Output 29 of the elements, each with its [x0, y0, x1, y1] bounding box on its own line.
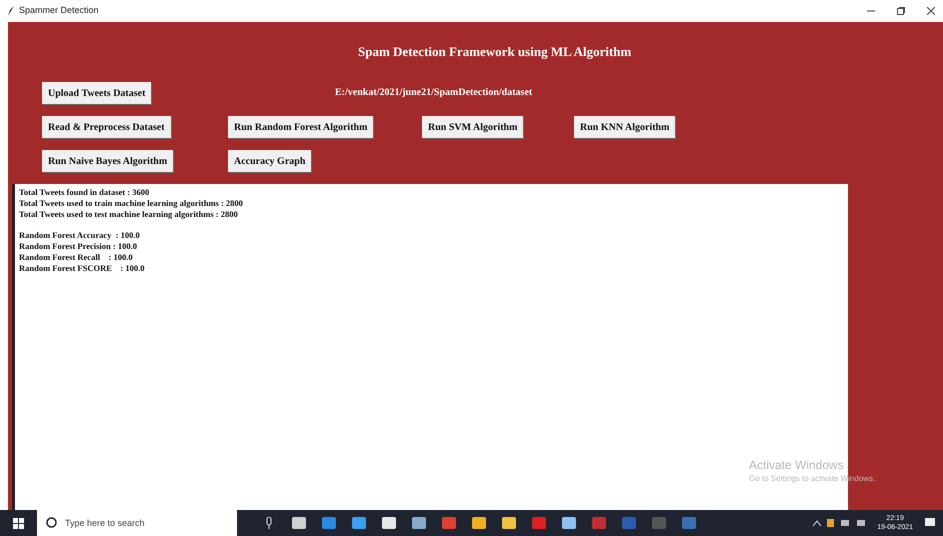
- action-button[interactable]: Run Naive Bayes Algorithm: [42, 150, 174, 172]
- heading: Spam Detection Framework using ML Algorithm: [358, 43, 632, 62]
- action-button[interactable]: Run Random Forest Algorithm: [228, 116, 374, 138]
- action-button[interactable]: Read & Preprocess Dataset: [42, 116, 171, 138]
- action-button[interactable]: Accuracy Graph: [228, 150, 312, 172]
- output-line: Random Forest FSCORE : 100.0: [19, 263, 146, 274]
- feather-icon: [7, 6, 15, 16]
- output-line: Random Forest Recall : 100.0: [19, 252, 134, 263]
- close-icon[interactable]: [927, 7, 935, 15]
- windows-icon[interactable]: [13, 518, 24, 528]
- restore-icon[interactable]: [897, 7, 905, 15]
- search-field[interactable]: Type here to search: [37, 510, 237, 536]
- app-icon[interactable]: [561, 515, 577, 531]
- notification-icon[interactable]: [925, 518, 935, 528]
- dataset-path: E:/venkat/2021/june21/SpamDetection/dataset: [335, 86, 532, 100]
- search-icon: [46, 517, 57, 528]
- action-button[interactable]: Run KNN Algorithm: [574, 116, 676, 138]
- output-line: Total Tweets used to test machine learning algorithms : 2800: [19, 209, 239, 220]
- microphone-icon[interactable]: [265, 517, 273, 529]
- action-button[interactable]: Upload Tweets Dataset: [42, 82, 152, 104]
- activation-title: Activate Windows: [749, 458, 845, 473]
- output-line: Total Tweets found in dataset : 3600: [19, 187, 150, 198]
- output-line: Random Forest Precision : 100.0: [19, 241, 138, 252]
- action-button[interactable]: Run SVM Algorithm: [422, 116, 524, 138]
- window-title: Spammer Detection: [19, 4, 99, 18]
- app-icon[interactable]: [411, 515, 427, 531]
- output-line: Total Tweets used to train machine learning algorithms : 2800: [19, 198, 244, 209]
- app-icon[interactable]: [441, 515, 457, 531]
- output-line: Random Forest Accuracy : 100.0: [19, 230, 141, 241]
